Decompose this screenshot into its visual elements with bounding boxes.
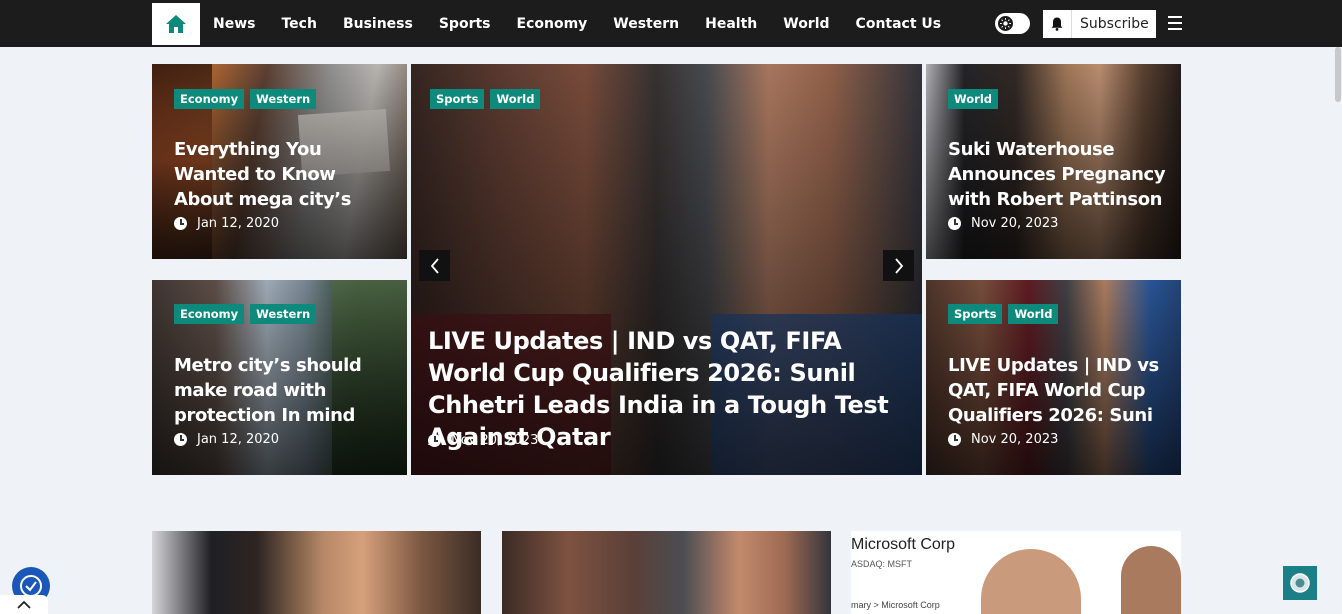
news-card-bottom-right[interactable]: Sports World LIVE Updates | IND vs QAT, … (926, 280, 1181, 475)
clock-icon (174, 217, 187, 230)
tag-list: Sports World (430, 89, 546, 109)
article-date: Nov 20, 2023 (948, 216, 1058, 231)
tag-economy[interactable]: Economy (174, 304, 245, 324)
article-title[interactable]: Suki Waterhouse Announces Pregnancy with… (948, 137, 1173, 212)
thumb-person (981, 549, 1081, 614)
tag-world[interactable]: World (1008, 304, 1059, 324)
nav-item-sports[interactable]: Sports (439, 16, 491, 32)
bell-icon (1043, 10, 1072, 38)
article-title[interactable]: Metro city’s should make road with prote… (174, 353, 396, 428)
nav-item-business[interactable]: Business (343, 16, 413, 32)
slider-next-button[interactable] (883, 250, 914, 281)
news-card-top-right[interactable]: World Suki Waterhouse Announces Pregnanc… (926, 64, 1181, 259)
chevron-left-icon (430, 257, 439, 274)
thumb-ticker: ASDAQ: MSFT (851, 559, 913, 569)
article-date: Jan 12, 2020 (174, 432, 279, 447)
nav-item-western[interactable]: Western (613, 16, 679, 32)
chevron-up-icon (17, 600, 31, 609)
clock-icon (428, 434, 441, 447)
chat-button[interactable] (1283, 566, 1317, 600)
news-card-top-left[interactable]: Economy Western Everything You Wanted to… (152, 64, 407, 259)
slider-prev-button[interactable] (419, 250, 450, 281)
tag-list: Economy Western (174, 304, 322, 324)
clock-icon (948, 433, 961, 446)
nav-item-economy[interactable]: Economy (517, 16, 588, 32)
scroll-up-button[interactable] (0, 595, 48, 614)
tag-list: Sports World (948, 304, 1064, 324)
chat-icon (1290, 573, 1310, 593)
top-navigation-bar: News Tech Business Sports Economy Wester… (0, 0, 1342, 47)
date-text: Nov 20, 2023 (451, 433, 539, 448)
nav-item-health[interactable]: Health (705, 16, 757, 32)
tag-list: World (948, 89, 1004, 109)
article-thumbnail-2[interactable] (502, 531, 831, 614)
tag-western[interactable]: Western (250, 304, 317, 324)
theme-toggle[interactable] (995, 13, 1030, 34)
thumb-person (1121, 546, 1181, 614)
article-thumbnail-3[interactable]: Microsoft Corp ASDAQ: MSFT mary > Micros… (851, 531, 1181, 614)
featured-slider[interactable]: Sports World LIVE Updates | IND vs QAT, … (411, 64, 922, 475)
subscribe-label: Subscribe (1080, 16, 1149, 32)
nav-item-world[interactable]: World (783, 16, 829, 32)
home-button[interactable] (152, 3, 200, 45)
tag-sports[interactable]: Sports (948, 304, 1003, 324)
nav-item-contact-us[interactable]: Contact Us (856, 16, 942, 32)
article-thumbnail-1[interactable] (152, 531, 481, 614)
article-date: Jan 12, 2020 (174, 216, 279, 231)
clock-icon (948, 217, 961, 230)
chevron-right-icon (894, 257, 903, 274)
date-text: Jan 12, 2020 (197, 432, 280, 447)
thumb-breadcrumb: mary > Microsoft Corp (851, 600, 940, 610)
news-card-bottom-left[interactable]: Economy Western Metro city’s should make… (152, 280, 407, 475)
sun-icon (998, 16, 1013, 31)
main-nav: News Tech Business Sports Economy Wester… (213, 0, 967, 47)
card-image (502, 531, 831, 614)
tag-sports[interactable]: Sports (430, 89, 485, 109)
scrollbar-thumb[interactable] (1335, 47, 1341, 102)
tag-world[interactable]: World (948, 89, 999, 109)
menu-icon[interactable] (1168, 16, 1182, 30)
nav-item-tech[interactable]: Tech (281, 16, 316, 32)
article-date: Nov 20, 2023 (428, 433, 538, 448)
thumb-corp-name: Microsoft Corp (851, 536, 956, 553)
nav-item-news[interactable]: News (213, 16, 255, 32)
date-text: Jan 12, 2020 (197, 216, 280, 231)
tag-western[interactable]: Western (250, 89, 317, 109)
tag-world[interactable]: World (490, 89, 541, 109)
clock-icon (174, 433, 187, 446)
article-date: Nov 20, 2023 (948, 432, 1058, 447)
article-title[interactable]: LIVE Updates | IND vs QAT, FIFA World Cu… (948, 353, 1173, 428)
tag-list: Economy Western (174, 89, 322, 109)
card-image (152, 531, 481, 614)
tag-economy[interactable]: Economy (174, 89, 245, 109)
page-scrollbar[interactable] (1334, 47, 1342, 614)
date-text: Nov 20, 2023 (971, 216, 1059, 231)
subscribe-button[interactable]: Subscribe (1043, 10, 1156, 38)
date-text: Nov 20, 2023 (971, 432, 1059, 447)
home-icon (166, 15, 186, 33)
article-title[interactable]: Everything You Wanted to Know About mega… (174, 137, 396, 212)
